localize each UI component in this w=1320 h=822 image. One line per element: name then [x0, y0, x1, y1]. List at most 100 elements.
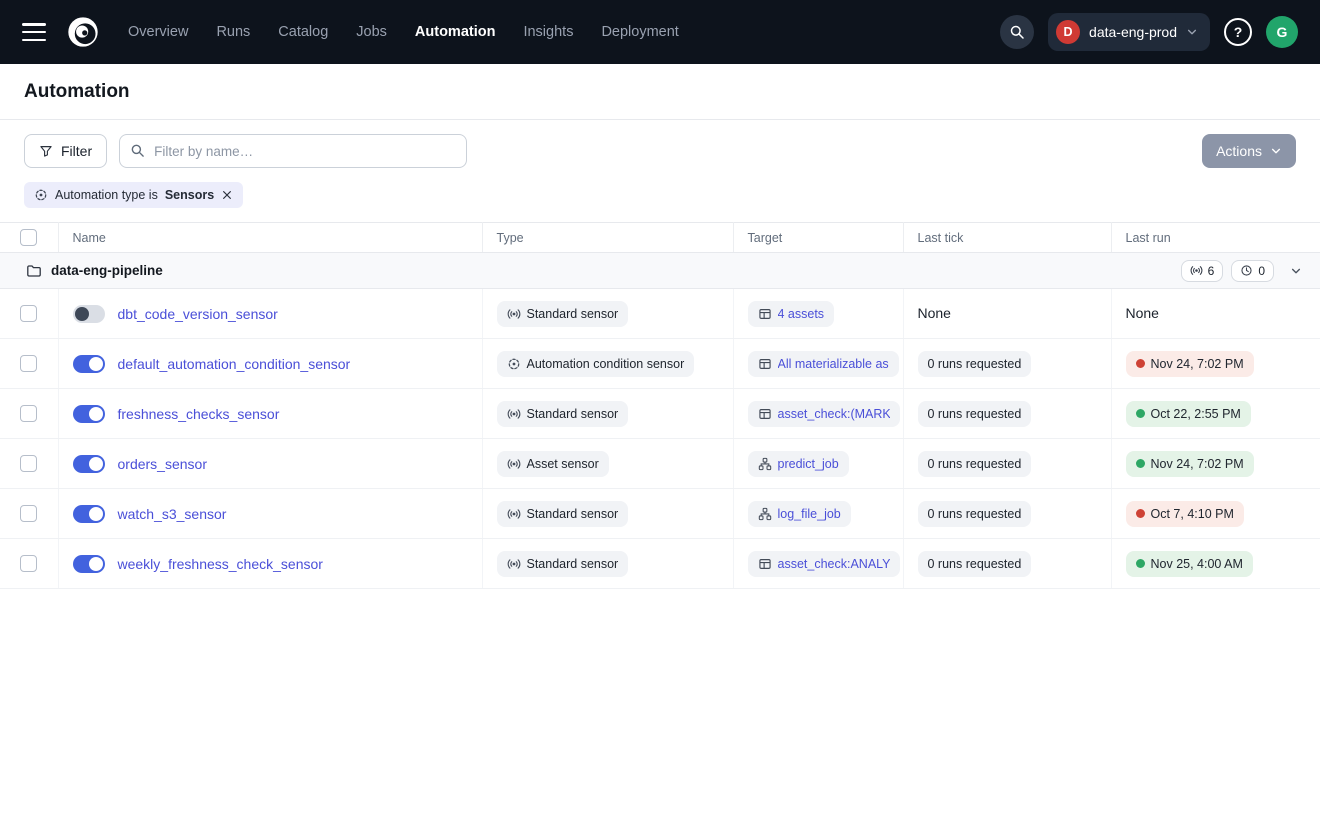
- select-all-checkbox[interactable]: [20, 229, 37, 246]
- repo-group-name: data-eng-pipeline: [51, 263, 163, 278]
- sensor-name-link[interactable]: watch_s3_sensor: [118, 506, 227, 522]
- last-tick-tag: 0 runs requested: [918, 501, 1032, 527]
- sensor-toggle[interactable]: [73, 505, 105, 523]
- success-status-dot: [1136, 459, 1145, 468]
- clock-icon: [1240, 264, 1253, 277]
- sensor-name-link[interactable]: weekly_freshness_check_sensor: [118, 556, 323, 572]
- nav-item-catalog[interactable]: Catalog: [278, 24, 328, 40]
- target-link-tag[interactable]: predict_job: [748, 451, 849, 477]
- sensor-icon: [1190, 264, 1203, 277]
- row-checkbox[interactable]: [20, 355, 37, 372]
- last-tick-tag: 0 runs requested: [918, 451, 1032, 477]
- sensor-icon: [507, 307, 521, 321]
- main-nav: Overview Runs Catalog Jobs Automation In…: [128, 24, 679, 40]
- sensor-type-tag[interactable]: Standard sensor: [497, 301, 629, 327]
- sensor-icon: [507, 457, 521, 471]
- row-checkbox[interactable]: [20, 455, 37, 472]
- last-run-tag[interactable]: Oct 22, 2:55 PM: [1126, 401, 1251, 427]
- sensor-toggle[interactable]: [73, 455, 105, 473]
- row-checkbox[interactable]: [20, 405, 37, 422]
- last-tick-tag: 0 runs requested: [918, 551, 1032, 577]
- last-run-value: None: [1126, 305, 1159, 321]
- table-row: default_automation_condition_sensor Auto…: [0, 339, 1320, 389]
- failure-status-dot: [1136, 359, 1145, 368]
- asset-icon: [758, 557, 772, 571]
- asset-icon: [758, 307, 772, 321]
- nav-item-deployment[interactable]: Deployment: [601, 24, 678, 40]
- dagster-logo-icon[interactable]: [64, 13, 102, 51]
- sensor-name-link[interactable]: dbt_code_version_sensor: [118, 306, 278, 322]
- asset-icon: [758, 357, 772, 371]
- automation-condition-icon: [507, 357, 521, 371]
- column-header-type: Type: [482, 223, 733, 253]
- sensor-icon: [507, 507, 521, 521]
- toolbar: Filter Actions: [0, 120, 1320, 178]
- nav-right-cluster: D data-eng-prod ? G: [1000, 13, 1298, 51]
- chevron-down-icon: [1270, 145, 1282, 157]
- sensor-type-tag[interactable]: Asset sensor: [497, 451, 609, 477]
- collapse-group-button[interactable]: [1290, 265, 1302, 277]
- job-icon: [758, 457, 772, 471]
- active-filters-row: Automation type is Sensors: [0, 178, 1320, 222]
- chevron-down-icon: [1290, 265, 1302, 277]
- top-nav-bar: Overview Runs Catalog Jobs Automation In…: [0, 0, 1320, 64]
- nav-item-jobs[interactable]: Jobs: [356, 24, 387, 40]
- sensor-toggle[interactable]: [73, 355, 105, 373]
- column-header-last-run: Last run: [1111, 223, 1320, 253]
- target-link-tag[interactable]: asset_check:ANALY: [748, 551, 900, 577]
- funnel-icon: [39, 144, 53, 158]
- nav-item-overview[interactable]: Overview: [128, 24, 188, 40]
- table-row: orders_sensor Asset sensor predict_job 0…: [0, 439, 1320, 489]
- nav-item-runs[interactable]: Runs: [216, 24, 250, 40]
- sensor-toggle[interactable]: [73, 555, 105, 573]
- repo-group-row: data-eng-pipeline 6 0: [0, 253, 1320, 289]
- help-icon[interactable]: ?: [1224, 18, 1252, 46]
- last-run-tag[interactable]: Nov 24, 7:02 PM: [1126, 351, 1254, 377]
- sensor-type-tag[interactable]: Standard sensor: [497, 551, 629, 577]
- filter-chip-automation-type[interactable]: Automation type is Sensors: [24, 182, 243, 208]
- folder-icon: [26, 263, 42, 279]
- last-tick-tag: 0 runs requested: [918, 351, 1032, 377]
- table-header-row: Name Type Target Last tick Last run: [0, 223, 1320, 253]
- sensor-type-tag[interactable]: Automation condition sensor: [497, 351, 695, 377]
- filter-by-name-input[interactable]: [119, 134, 467, 168]
- deployment-name: data-eng-prod: [1089, 24, 1177, 40]
- sensor-type-tag[interactable]: Standard sensor: [497, 501, 629, 527]
- sensor-count-badge: 6: [1181, 260, 1224, 282]
- table-row: freshness_checks_sensor Standard sensor …: [0, 389, 1320, 439]
- target-link-tag[interactable]: 4 assets: [748, 301, 835, 327]
- sensor-name-link[interactable]: orders_sensor: [118, 456, 208, 472]
- row-checkbox[interactable]: [20, 305, 37, 322]
- sensor-icon: [507, 407, 521, 421]
- table-row: dbt_code_version_sensor Standard sensor …: [0, 289, 1320, 339]
- target-link-tag[interactable]: asset_check:(MARK: [748, 401, 900, 427]
- last-run-tag[interactable]: Oct 7, 4:10 PM: [1126, 501, 1244, 527]
- success-status-dot: [1136, 559, 1145, 568]
- sensor-name-link[interactable]: freshness_checks_sensor: [118, 406, 280, 422]
- row-checkbox[interactable]: [20, 505, 37, 522]
- last-run-tag[interactable]: Nov 24, 7:02 PM: [1126, 451, 1254, 477]
- success-status-dot: [1136, 409, 1145, 418]
- sensor-toggle[interactable]: [73, 305, 105, 323]
- close-icon[interactable]: [221, 189, 233, 201]
- actions-button[interactable]: Actions: [1202, 134, 1296, 168]
- search-icon[interactable]: [1000, 15, 1034, 49]
- deployment-badge: D: [1056, 20, 1080, 44]
- deployment-switcher[interactable]: D data-eng-prod: [1048, 13, 1210, 51]
- filter-button-label: Filter: [61, 143, 92, 159]
- user-avatar[interactable]: G: [1266, 16, 1298, 48]
- target-link-tag[interactable]: All materializable as: [748, 351, 899, 377]
- nav-item-automation[interactable]: Automation: [415, 24, 496, 40]
- sensor-name-link[interactable]: default_automation_condition_sensor: [118, 356, 351, 372]
- sensor-type-tag[interactable]: Standard sensor: [497, 401, 629, 427]
- last-run-tag[interactable]: Nov 25, 4:00 AM: [1126, 551, 1253, 577]
- sensor-toggle[interactable]: [73, 405, 105, 423]
- filter-button[interactable]: Filter: [24, 134, 107, 168]
- row-checkbox[interactable]: [20, 555, 37, 572]
- last-tick-value: None: [918, 305, 951, 321]
- target-link-tag[interactable]: log_file_job: [748, 501, 851, 527]
- nav-item-insights[interactable]: Insights: [523, 24, 573, 40]
- last-tick-tag: 0 runs requested: [918, 401, 1032, 427]
- schedule-count-badge: 0: [1231, 260, 1274, 282]
- hamburger-menu-icon[interactable]: [22, 23, 46, 41]
